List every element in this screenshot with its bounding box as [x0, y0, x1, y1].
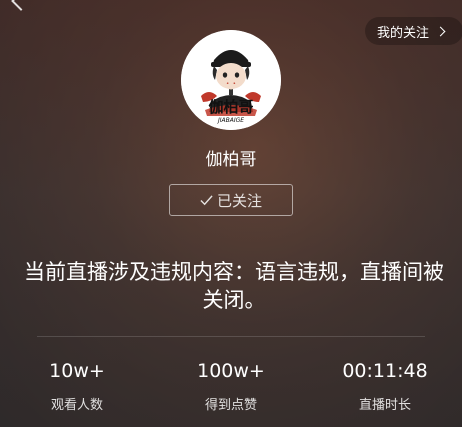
check-icon — [200, 194, 213, 205]
my-follows-button[interactable]: 我的关注 — [365, 17, 462, 45]
streamer-name: 伽柏哥 — [205, 150, 257, 170]
avatar-logo-text: 伽柏哥 — [208, 98, 253, 116]
stat-viewers: 10w+ 观看人数 — [0, 358, 154, 413]
my-follows-label: 我的关注 — [377, 25, 430, 41]
stat-value: 00:11:48 — [342, 360, 428, 382]
stat-likes: 100w+ 得到点赞 — [154, 358, 308, 413]
divider — [37, 336, 425, 337]
avatar-cartoon-icon: 伽柏哥 JIABAIGE — [181, 30, 281, 130]
violation-notice: 当前直播涉及违规内容：语言违规，直播间被关闭。 — [24, 260, 444, 312]
stats-row: 10w+ 观看人数 100w+ 得到点赞 00:11:48 直播时长 — [0, 358, 462, 413]
stat-value: 100w+ — [197, 360, 265, 382]
followed-label: 已关注 — [216, 191, 262, 210]
stat-label: 得到点赞 — [204, 398, 257, 413]
avatar[interactable]: 伽柏哥 JIABAIGE — [181, 30, 281, 130]
stat-label: 观看人数 — [50, 398, 103, 413]
stat-label: 直播时长 — [358, 398, 411, 413]
avatar-logo-subtext: JIABAIGE — [217, 117, 244, 124]
stat-value: 10w+ — [49, 360, 105, 382]
stat-duration: 00:11:48 直播时长 — [308, 358, 462, 413]
followed-button[interactable]: 已关注 — [169, 184, 293, 216]
chevron-right-icon — [435, 26, 446, 36]
